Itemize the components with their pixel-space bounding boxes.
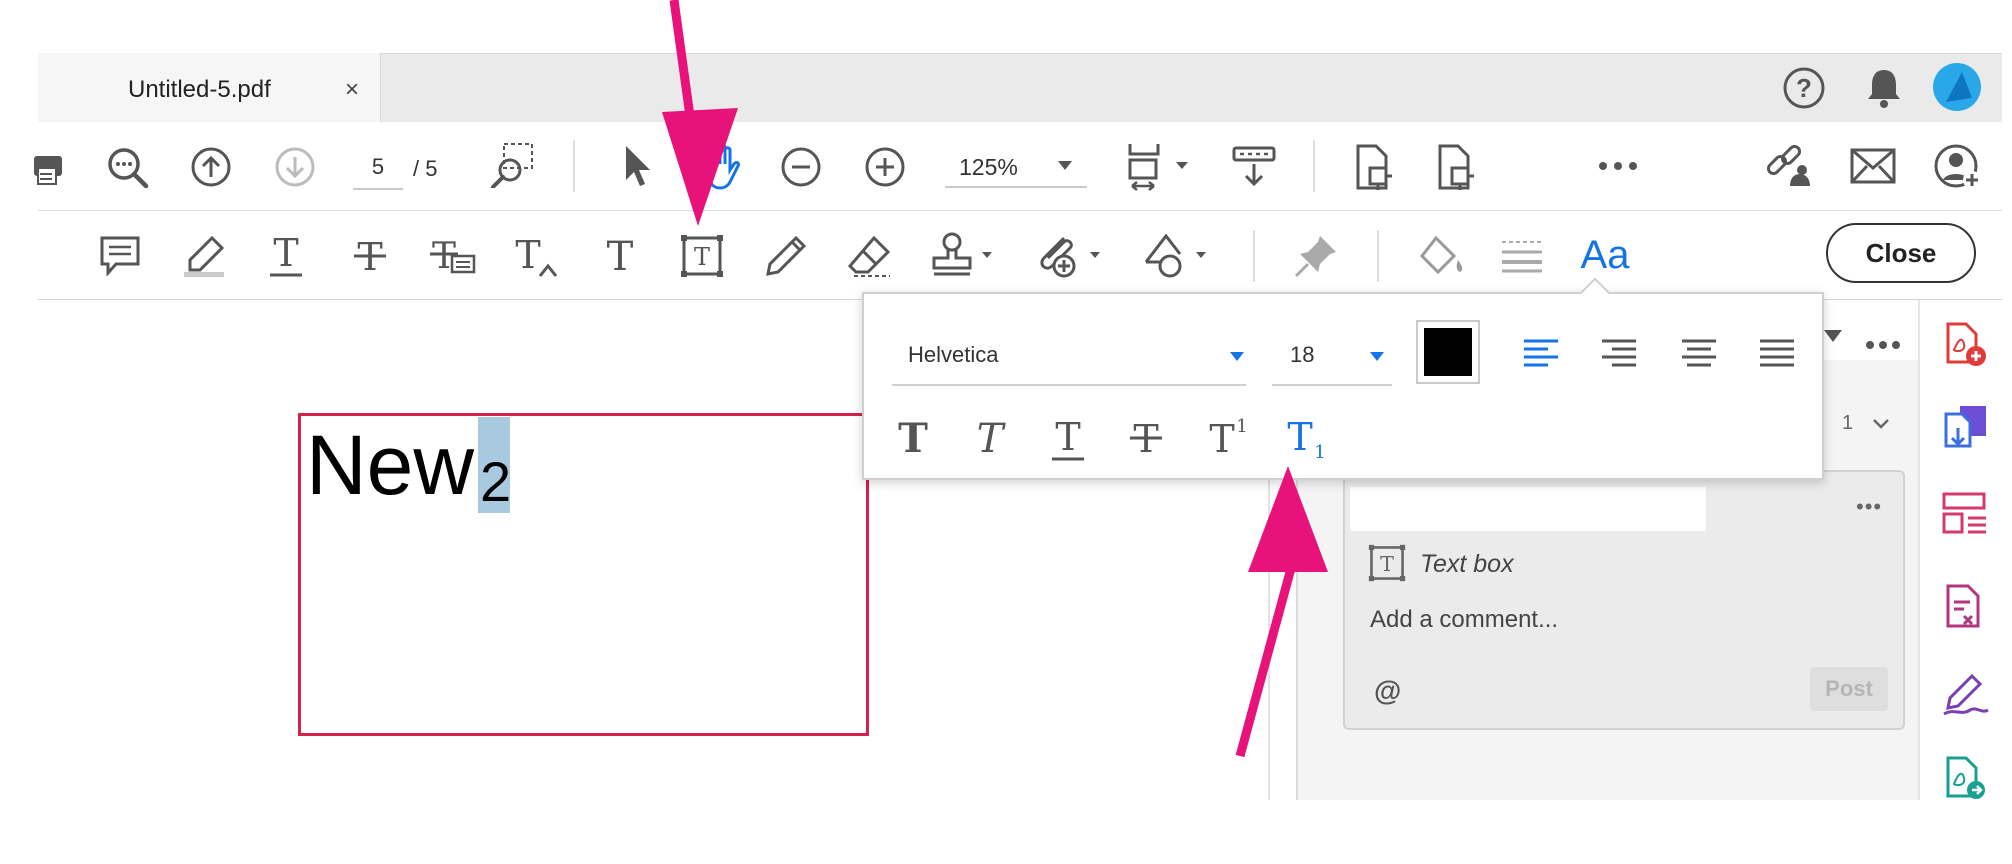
comment-input[interactable]: Add a comment... — [1370, 606, 1558, 634]
fill-color-icon[interactable] — [1418, 234, 1466, 278]
send-for-review-icon[interactable] — [1944, 756, 1988, 800]
align-left-icon[interactable] — [1522, 338, 1560, 368]
svg-text:?: ? — [1796, 73, 1812, 103]
align-center-icon[interactable] — [1680, 338, 1718, 368]
close-button[interactable]: Close — [1826, 223, 1976, 283]
page-number-input[interactable]: 5 — [353, 146, 403, 190]
toolbar-separator — [1253, 230, 1255, 282]
toolbar-separator — [1313, 140, 1315, 192]
zoom-out-icon[interactable] — [780, 146, 822, 188]
text-color-swatch[interactable] — [1424, 328, 1472, 376]
comment-type-label: Text box — [1420, 550, 1514, 578]
stamp-icon[interactable] — [930, 232, 996, 278]
size-dropdown-chevron-icon[interactable] — [1370, 352, 1384, 362]
svg-text:1: 1 — [1236, 416, 1247, 437]
page-fit-icon[interactable] — [1128, 142, 1188, 192]
annotation-arrow-up — [1228, 460, 1348, 766]
mention-button[interactable]: @ — [1374, 675, 1401, 707]
svg-text:1: 1 — [1314, 442, 1325, 462]
superscript-icon[interactable]: T1 — [1204, 414, 1250, 460]
zoom-in-icon[interactable] — [864, 146, 906, 188]
eraser-icon[interactable] — [846, 234, 892, 278]
comment-more-button[interactable]: ••• — [1856, 494, 1882, 520]
page-extract-icon[interactable] — [1354, 144, 1394, 192]
svg-text:Aa: Aa — [1581, 233, 1630, 277]
tab-title[interactable]: Untitled-5.pdf — [128, 76, 271, 104]
text-box-icon: T — [1368, 544, 1406, 582]
filter-dropdown-icon[interactable] — [1824, 330, 1842, 344]
export-pdf-icon[interactable] — [1942, 404, 1990, 452]
page-indicator: 1 — [1842, 412, 1854, 434]
svg-text:T: T — [273, 234, 298, 275]
pencil-icon[interactable] — [764, 234, 808, 278]
text-box-subscript[interactable]: 2 — [480, 452, 511, 512]
sticky-note-icon[interactable] — [100, 236, 140, 276]
toolbar-separator — [1377, 230, 1379, 282]
edit-pdf-icon[interactable] — [1944, 584, 1988, 630]
italic-icon[interactable]: T — [970, 416, 1010, 460]
find-text-icon[interactable] — [106, 146, 150, 190]
annotation-arrow-down — [640, 0, 750, 232]
line-style-icon[interactable] — [1500, 238, 1544, 274]
svg-text:T: T — [898, 416, 928, 460]
tab-close-button[interactable]: × — [345, 76, 359, 104]
strikethrough-icon[interactable]: T — [1126, 416, 1166, 460]
attach-file-icon[interactable] — [1034, 232, 1104, 280]
svg-text:T: T — [694, 243, 710, 271]
avatar[interactable] — [1932, 62, 1982, 112]
add-user-icon[interactable] — [1934, 144, 1982, 190]
align-justify-icon[interactable] — [1758, 338, 1796, 368]
svg-text:T: T — [1209, 417, 1234, 460]
replace-text-icon[interactable]: T — [428, 234, 478, 278]
page-crop-icon[interactable] — [1436, 144, 1476, 192]
panel-more-icon[interactable] — [1866, 340, 1900, 350]
zoom-dropdown-chevron-icon[interactable] — [1058, 161, 1072, 171]
next-page-icon[interactable] — [274, 146, 316, 188]
toolbar-separator — [573, 140, 575, 192]
help-icon[interactable]: ? — [1782, 66, 1826, 110]
svg-text:T: T — [1055, 416, 1080, 459]
previous-page-icon[interactable] — [190, 146, 232, 188]
pin-icon[interactable] — [1294, 234, 1338, 278]
fill-sign-icon[interactable] — [1942, 672, 1990, 716]
add-text-icon[interactable]: T — [600, 234, 640, 278]
marquee-zoom-icon[interactable] — [490, 142, 536, 188]
share-link-icon[interactable] — [1764, 144, 1812, 190]
create-pdf-icon[interactable] — [1944, 322, 1988, 368]
svg-text:T: T — [515, 234, 540, 277]
chevron-down-icon[interactable] — [1872, 418, 1890, 430]
font-family-value[interactable]: Helvetica — [908, 342, 998, 368]
svg-text:T: T — [977, 416, 1007, 460]
text-box-content[interactable]: New — [306, 415, 474, 515]
font-size-value[interactable]: 18 — [1290, 342, 1314, 368]
organize-pages-icon[interactable] — [1942, 492, 1988, 536]
underline-icon[interactable]: T — [1048, 416, 1088, 462]
bell-icon[interactable] — [1864, 66, 1904, 110]
post-button[interactable]: Post — [1810, 667, 1888, 711]
insert-text-icon[interactable]: T — [512, 234, 562, 278]
strikethrough-text-icon[interactable]: T — [350, 234, 390, 278]
font-dropdown-chevron-icon[interactable] — [1230, 352, 1244, 362]
align-right-icon[interactable] — [1600, 338, 1638, 368]
email-icon[interactable] — [1850, 148, 1896, 184]
tools-rail — [1918, 300, 2012, 800]
bold-icon[interactable]: T — [893, 416, 933, 460]
comment-toolbar — [38, 211, 2002, 300]
svg-text:T: T — [607, 234, 634, 278]
print-icon[interactable] — [34, 146, 64, 186]
svg-text:T: T — [1380, 552, 1394, 576]
more-tools-icon[interactable] — [1598, 160, 1638, 172]
underline-text-icon[interactable]: T — [266, 234, 306, 278]
text-properties-icon[interactable]: Aa — [1580, 232, 1630, 278]
comment-author — [1350, 487, 1706, 531]
highlighter-icon[interactable] — [182, 234, 226, 278]
subscript-icon[interactable]: T1 — [1282, 414, 1328, 462]
text-box-icon[interactable]: T — [680, 234, 724, 278]
scroll-mode-icon[interactable] — [1232, 146, 1276, 190]
shapes-icon[interactable] — [1140, 232, 1210, 280]
svg-text:T: T — [1287, 415, 1312, 459]
page-total: / 5 — [413, 156, 438, 181]
